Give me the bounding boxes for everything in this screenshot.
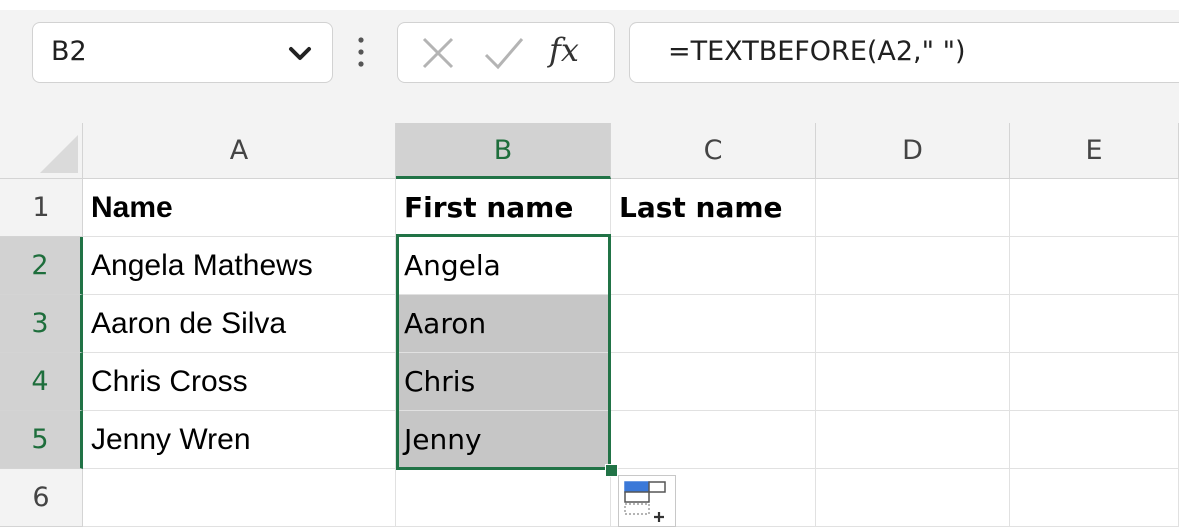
cell-b6[interactable] [396, 469, 611, 527]
vertical-ellipsis-icon[interactable] [353, 34, 369, 70]
cell-a3[interactable]: Aaron de Silva [83, 295, 396, 353]
check-icon[interactable] [482, 35, 526, 71]
formula-text: =TEXTBEFORE(A2," ") [668, 36, 966, 67]
cell-a2[interactable]: Angela Mathews [83, 237, 396, 295]
insert-function-icon[interactable]: fx [549, 31, 579, 69]
cell-b2[interactable]: Angela [396, 237, 611, 295]
row-header-5[interactable]: 5 [0, 411, 83, 469]
column-header-b[interactable]: B [396, 123, 611, 179]
cell-d6[interactable] [816, 469, 1010, 527]
formula-input[interactable]: =TEXTBEFORE(A2," ") [629, 22, 1179, 83]
cell-b1[interactable]: First name [396, 179, 611, 237]
column-header-a[interactable]: A [83, 123, 396, 179]
cell-e6[interactable] [1010, 469, 1179, 527]
fill-handle[interactable] [605, 464, 618, 477]
chevron-down-icon[interactable] [286, 43, 314, 65]
spreadsheet-app: B2 fx =TEXTBEFORE(A2," ") A B C D E 1 2 … [0, 0, 1179, 527]
column-header-e[interactable]: E [1010, 123, 1179, 179]
cell-d4[interactable] [816, 353, 1010, 411]
cell-e2[interactable] [1010, 237, 1179, 295]
column-header-c[interactable]: C [611, 123, 816, 179]
cell-d5[interactable] [816, 411, 1010, 469]
cell-b5[interactable]: Jenny [396, 411, 611, 469]
cell-a4[interactable]: Chris Cross [83, 353, 396, 411]
cell-a6[interactable] [83, 469, 396, 527]
row-header-2[interactable]: 2 [0, 237, 83, 295]
cell-e3[interactable] [1010, 295, 1179, 353]
cell-c4[interactable] [611, 353, 816, 411]
worksheet-grid: A B C D E 1 2 3 4 5 6 Name First name La… [0, 123, 1179, 527]
row-header-4[interactable]: 4 [0, 353, 83, 411]
cell-d3[interactable] [816, 295, 1010, 353]
cell-e1[interactable] [1010, 179, 1179, 237]
autofill-options-glyph [624, 481, 666, 522]
cell-c3[interactable] [611, 295, 816, 353]
cell-c1[interactable]: Last name [611, 179, 816, 237]
cell-c5[interactable] [611, 411, 816, 469]
autofill-options-icon[interactable] [618, 475, 676, 527]
name-box[interactable]: B2 [32, 22, 333, 83]
row-header-3[interactable]: 3 [0, 295, 83, 353]
row-header-1[interactable]: 1 [0, 179, 83, 237]
cell-b4[interactable]: Chris [396, 353, 611, 411]
cell-a1[interactable]: Name [83, 179, 396, 237]
column-header-d[interactable]: D [816, 123, 1010, 179]
cell-e4[interactable] [1010, 353, 1179, 411]
cell-e5[interactable] [1010, 411, 1179, 469]
select-all-triangle-icon [40, 135, 78, 173]
cell-a5[interactable]: Jenny Wren [83, 411, 396, 469]
select-all-corner[interactable] [0, 123, 83, 179]
formula-controls: fx [397, 22, 615, 83]
row-header-6[interactable]: 6 [0, 469, 83, 527]
close-icon[interactable] [418, 35, 458, 71]
cell-d2[interactable] [816, 237, 1010, 295]
cell-b3[interactable]: Aaron [396, 295, 611, 353]
cell-d1[interactable] [816, 179, 1010, 237]
cell-c2[interactable] [611, 237, 816, 295]
name-box-value: B2 [51, 36, 87, 67]
